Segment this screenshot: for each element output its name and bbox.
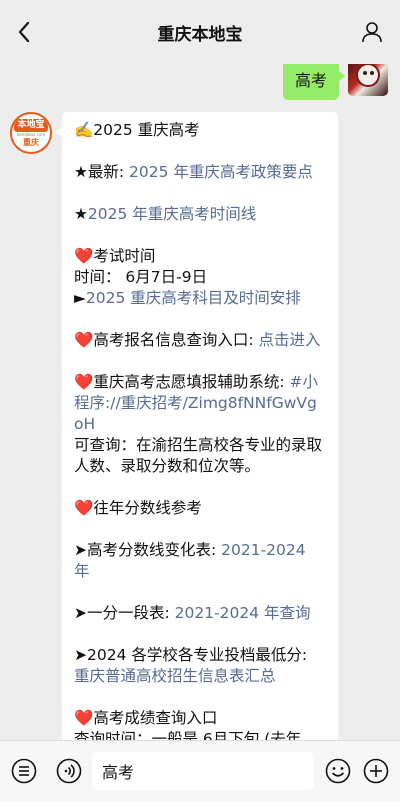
outgoing-message-bubble[interactable]: 高考 — [282, 64, 346, 100]
signup-heading: 高考报名信息查询入口: — [93, 331, 259, 349]
top-bar: 重庆本地宝 — [0, 0, 400, 64]
chat-area[interactable]: 高考 本地宝 bendibao.com 重庆 ✍️2025 重庆高考 ★最新: … — [0, 64, 400, 740]
bot-avatar[interactable]: 本地宝 bendibao.com 重庆 — [10, 112, 52, 154]
change-line: ➤高考分数线变化表: 2021-2024 年 — [74, 541, 306, 580]
heart-icon: ❤️ — [74, 247, 94, 265]
exam-time-line: 时间： 6月7日-9日 — [74, 268, 208, 286]
rank-line: ➤一分一段表: 2021-2024 年查询 — [74, 604, 311, 622]
scores-heading: 往年分数线参考 — [93, 499, 202, 517]
bot-avatar-brand: 本地宝 — [14, 118, 48, 132]
message-title: ✍️2025 重庆高考 — [74, 121, 200, 139]
volunteer-desc: 可查询：在渝招生高校各专业的录取人数、录取分数和位次等。 — [74, 436, 323, 475]
heart-icon: ❤️ — [74, 331, 94, 349]
exam-time-heading: 考试时间 — [93, 247, 156, 265]
person-icon[interactable] — [358, 18, 386, 46]
heart-icon: ❤️ — [74, 499, 94, 517]
incoming-message-bubble[interactable]: ✍️2025 重庆高考 ★最新: 2025 年重庆高考政策要点 ★2025 年重… — [56, 112, 338, 740]
volunteer-section: ❤️重庆高考志愿填报辅助系统: #小程序://重庆招考/Zimg8fNNfGwV… — [74, 372, 326, 477]
lowest-link[interactable]: 重庆普通高校招生信息表汇总 — [74, 667, 276, 685]
bot-avatar-city: 重庆 — [23, 137, 39, 147]
results-line: 查询时间：一般是 6月下旬 (去年 — [74, 730, 302, 740]
scores-section: ❤️往年分数线参考 — [74, 498, 326, 519]
rank-link[interactable]: 2021-2024 年查询 — [175, 604, 311, 622]
volunteer-heading: 重庆高考志愿填报辅助系统: — [93, 373, 290, 391]
back-icon[interactable] — [10, 18, 38, 46]
signup-link[interactable]: 点击进入 — [258, 331, 320, 349]
menu-icon[interactable] — [10, 757, 38, 785]
heart-icon: ❤️ — [74, 709, 94, 727]
latest-link[interactable]: 2025 年重庆高考政策要点 — [129, 163, 313, 181]
exam-time-section: ❤️考试时间 时间： 6月7日-9日 ►2025 重庆高考科目及时间安排 — [74, 246, 326, 309]
latest-line: ★最新: 2025 年重庆高考政策要点 — [74, 163, 313, 181]
timeline-line: ★2025 年重庆高考时间线 — [74, 205, 257, 223]
heart-icon: ❤️ — [74, 373, 94, 391]
lowest-line: ➤2024 各学校各专业投档最低分: 重庆普通高校招生信息表汇总 — [74, 646, 308, 685]
plus-icon[interactable] — [362, 757, 390, 785]
signup-section: ❤️高考报名信息查询入口: 点击进入 — [74, 330, 326, 351]
timeline-link[interactable]: 2025 年重庆高考时间线 — [88, 205, 256, 223]
input-bar — [0, 740, 400, 802]
chat-title: 重庆本地宝 — [157, 24, 243, 45]
voice-icon[interactable] — [55, 757, 83, 785]
results-section: ❤️高考成绩查询入口 查询时间：一般是 6月下旬 (去年 — [74, 708, 326, 740]
subjects-link[interactable]: 2025 重庆高考科目及时间安排 — [86, 289, 301, 307]
outgoing-message-row: 高考 — [282, 64, 388, 100]
user-avatar[interactable] — [348, 64, 388, 96]
incoming-message-row: 本地宝 bendibao.com 重庆 ✍️2025 重庆高考 ★最新: 202… — [10, 112, 338, 740]
results-heading: 高考成绩查询入口 — [93, 709, 218, 727]
emoji-icon[interactable] — [324, 757, 352, 785]
message-input[interactable] — [92, 752, 314, 790]
